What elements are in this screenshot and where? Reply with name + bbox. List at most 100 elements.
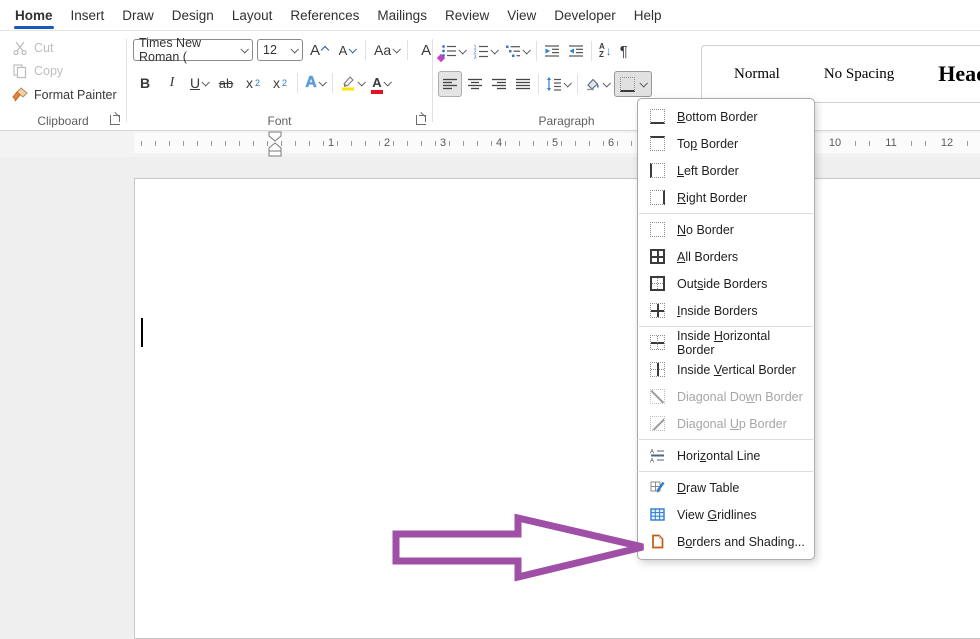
underline-button[interactable]: U	[187, 72, 211, 94]
menu-item-inside-vertical-border[interactable]: Inside Vertical Border	[638, 356, 814, 383]
sort-icon: AZ ↓	[599, 42, 612, 59]
menu-item-label: Right Border	[677, 190, 748, 205]
align-left-button[interactable]	[438, 71, 462, 97]
tab-help[interactable]: Help	[625, 3, 671, 28]
tab-view[interactable]: View	[498, 3, 545, 28]
borders-and-shading-icon	[652, 534, 664, 549]
show-paragraph-marks-button[interactable]: ¶	[617, 39, 631, 63]
font-name-combo[interactable]: Times New Roman (	[133, 36, 253, 64]
menu-item-right-border[interactable]: Right Border	[638, 184, 814, 211]
bullets-button[interactable]	[438, 39, 468, 63]
tab-layout[interactable]: Layout	[223, 3, 282, 28]
format-painter-button[interactable]: Format Painter	[12, 87, 117, 103]
copy-button[interactable]: Copy	[12, 63, 63, 79]
tab-insert[interactable]: Insert	[62, 3, 114, 28]
align-left-icon	[443, 78, 457, 90]
ribbon-tab-bar: Home Insert Draw Design Layout Reference…	[0, 0, 980, 31]
tab-draw[interactable]: Draw	[113, 3, 163, 28]
highlight-color-button[interactable]	[338, 72, 366, 94]
superscript-button[interactable]: x2	[268, 72, 292, 94]
grow-font-glyph: A	[309, 41, 320, 59]
view-gridlines-icon	[650, 508, 665, 521]
copy-label: Copy	[34, 64, 64, 78]
justify-button[interactable]	[512, 72, 534, 96]
small-divider	[332, 73, 333, 93]
shading-button[interactable]	[582, 72, 612, 96]
increase-indent-icon	[569, 45, 583, 57]
top-border-icon	[650, 136, 665, 151]
tab-review[interactable]: Review	[436, 3, 498, 28]
indent-marker[interactable]	[267, 131, 283, 157]
menu-item-outside-borders[interactable]: Outside Borders	[638, 270, 814, 297]
menu-item-draw-table[interactable]: Draw Table	[638, 474, 814, 501]
cut-button[interactable]: Cut	[12, 40, 53, 56]
tab-developer[interactable]: Developer	[545, 3, 625, 28]
bold-glyph: B	[139, 75, 151, 91]
clipboard-group: Cut Copy Format Painter Clipboard	[0, 31, 126, 130]
strikethrough-button[interactable]: ab	[214, 72, 238, 94]
chevron-down-icon	[383, 78, 392, 87]
multilevel-list-button[interactable]	[502, 39, 532, 63]
shrink-font-button[interactable]: A	[335, 39, 359, 61]
align-right-button[interactable]	[488, 72, 510, 96]
align-center-button[interactable]	[464, 72, 486, 96]
style-normal[interactable]: Normal	[734, 66, 780, 83]
superscript-mark: 2	[281, 78, 287, 88]
menu-item-diagonal-down-border: Diagonal Down Border	[638, 383, 814, 410]
tab-home[interactable]: Home	[6, 3, 62, 29]
menu-item-bottom-border[interactable]: Bottom Border	[638, 103, 814, 130]
menu-item-inside-horizontal-border[interactable]: Inside Horizontal Border	[638, 329, 814, 357]
menu-item-label: Left Border	[677, 163, 739, 178]
ruler-number: 6	[604, 136, 618, 150]
bold-button[interactable]: B	[133, 72, 157, 94]
menu-item-all-borders[interactable]: All Borders	[638, 243, 814, 270]
cut-icon	[13, 41, 27, 56]
tab-references[interactable]: References	[281, 3, 368, 28]
chevron-down-icon	[392, 45, 402, 54]
menu-item-borders-and-shading[interactable]: Borders and Shading...	[638, 528, 814, 555]
shading-bucket-icon	[587, 78, 599, 91]
subscript-button[interactable]: x2	[241, 72, 265, 94]
text-effects-button[interactable]: A	[303, 72, 327, 94]
line-spacing-icon	[547, 77, 561, 91]
menu-item-inside-borders[interactable]: Inside Borders	[638, 297, 814, 324]
highlighter-icon	[342, 76, 354, 91]
borders-dropdown-button[interactable]	[614, 71, 652, 97]
superscript-glyph: x	[272, 75, 280, 91]
grow-font-button[interactable]: A	[307, 39, 331, 61]
tab-design[interactable]: Design	[163, 3, 223, 28]
clipboard-dialog-launcher-icon[interactable]	[110, 115, 120, 125]
numbering-button[interactable]: 1 2 3	[470, 39, 500, 63]
line-spacing-button[interactable]	[543, 72, 573, 96]
caret-down-icon	[348, 45, 358, 54]
menu-item-horizontal-line[interactable]: A A Horizontal Line	[638, 442, 814, 469]
increase-indent-button[interactable]	[565, 39, 587, 63]
decrease-indent-button[interactable]	[541, 39, 563, 63]
chevron-down-icon	[602, 79, 611, 88]
font-dialog-launcher-icon[interactable]	[416, 115, 426, 125]
change-case-glyph: Aa	[374, 42, 392, 58]
font-color-button[interactable]: A	[369, 72, 393, 94]
menu-item-left-border[interactable]: Left Border	[638, 157, 814, 184]
style-no-spacing[interactable]: No Spacing	[824, 66, 894, 83]
ribbon: Cut Copy Format Painter Clipboard Times …	[0, 31, 980, 131]
borders-dropdown-menu: Bottom Border Top Border Left Border Rig…	[637, 98, 815, 560]
subscript-mark: 2	[254, 78, 260, 88]
style-heading[interactable]: Headi	[938, 61, 980, 87]
menu-item-label: Bottom Border	[677, 109, 758, 124]
font-size-combo[interactable]: 12	[257, 39, 303, 61]
sort-button[interactable]: AZ ↓	[596, 39, 615, 63]
menu-item-view-gridlines[interactable]: View Gridlines	[638, 501, 814, 528]
menu-item-no-border[interactable]: No Border	[638, 216, 814, 243]
chevron-down-icon	[201, 78, 211, 87]
change-case-button[interactable]: Aa	[372, 39, 402, 61]
tab-mailings[interactable]: Mailings	[368, 3, 436, 28]
ruler-number: 12	[937, 136, 957, 150]
italic-button[interactable]: I	[160, 72, 184, 94]
menu-item-top-border[interactable]: Top Border	[638, 130, 814, 157]
menu-item-diagonal-up-border: Diagonal Up Border	[638, 410, 814, 437]
strikethrough-glyph: ab	[218, 75, 234, 91]
text-cursor	[141, 318, 143, 347]
small-divider	[365, 40, 366, 60]
format-painter-label: Format Painter	[34, 88, 117, 102]
